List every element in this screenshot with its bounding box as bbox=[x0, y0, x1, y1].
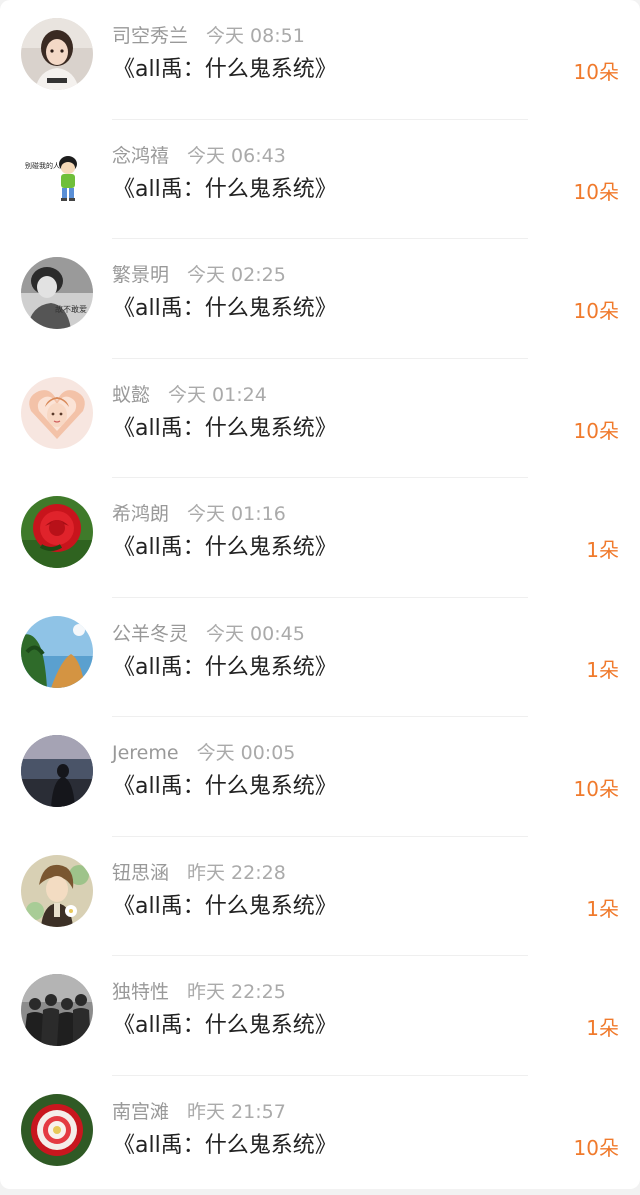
book-title[interactable]: 《all禹：什么鬼系统》 bbox=[113, 1131, 337, 1161]
username[interactable]: 希鸿朗 bbox=[112, 503, 169, 525]
timestamp: 今天 08:51 bbox=[206, 25, 305, 47]
username[interactable]: 繁景明 bbox=[112, 264, 169, 286]
meta-line: Jereme 今天 00:05 bbox=[112, 741, 295, 765]
timestamp: 昨天 22:25 bbox=[187, 981, 286, 1003]
list-item[interactable]: 司空秀兰今天 08:51 《all禹：什么鬼系统》 10朵 bbox=[0, 0, 640, 120]
meta-line: 公羊冬灵今天 00:45 bbox=[112, 622, 305, 646]
gift-count: 10朵 bbox=[574, 58, 619, 86]
child-photo-avatar[interactable] bbox=[21, 18, 93, 90]
svg-text:别碰我的人: 别碰我的人 bbox=[25, 161, 60, 170]
book-title[interactable]: 《all禹：什么鬼系统》 bbox=[113, 1011, 337, 1041]
gift-count: 1朵 bbox=[586, 536, 619, 564]
list-item[interactable]: 故不敢爱 繁景明今天 02:25 《all禹：什么鬼系统》 10朵 bbox=[0, 239, 640, 359]
list-item[interactable]: 南宫滩昨天 21:57 《all禹：什么鬼系统》 10朵 bbox=[0, 1076, 640, 1195]
book-title[interactable]: 《all禹：什么鬼系统》 bbox=[113, 414, 337, 444]
timestamp: 今天 00:45 bbox=[206, 623, 305, 645]
username[interactable]: 公羊冬灵 bbox=[112, 623, 188, 645]
gift-record-list: 司空秀兰今天 08:51 《all禹：什么鬼系统》 10朵 别碰我的人 念鸿禧今… bbox=[0, 0, 640, 1189]
red-white-flower-avatar[interactable] bbox=[21, 1094, 93, 1166]
timestamp: 昨天 22:28 bbox=[187, 862, 286, 884]
username[interactable]: Jereme bbox=[112, 742, 179, 764]
book-title[interactable]: 《all禹：什么鬼系统》 bbox=[113, 653, 337, 683]
username[interactable]: 司空秀兰 bbox=[112, 25, 188, 47]
cartoon-avatar[interactable]: 别碰我的人 bbox=[21, 138, 93, 210]
book-title[interactable]: 《all禹：什么鬼系统》 bbox=[113, 55, 337, 85]
meta-line: 司空秀兰今天 08:51 bbox=[112, 24, 305, 48]
gift-count: 10朵 bbox=[574, 775, 619, 803]
sea-silhouette-avatar[interactable] bbox=[21, 735, 93, 807]
username[interactable]: 独特性 bbox=[112, 981, 169, 1003]
list-item[interactable]: 独特性昨天 22:25 《all禹：什么鬼系统》 1朵 bbox=[0, 956, 640, 1076]
username[interactable]: 念鸿禧 bbox=[112, 145, 169, 167]
timestamp: 今天 01:24 bbox=[168, 384, 267, 406]
heart-hands-avatar[interactable] bbox=[21, 377, 93, 449]
book-title[interactable]: 《all禹：什么鬼系统》 bbox=[113, 772, 337, 802]
meta-line: 希鸿朗今天 01:16 bbox=[112, 502, 286, 526]
meta-line: 念鸿禧今天 06:43 bbox=[112, 144, 286, 168]
anime-avatar[interactable] bbox=[21, 855, 93, 927]
gift-count: 1朵 bbox=[586, 1014, 619, 1042]
timestamp: 昨天 21:57 bbox=[187, 1101, 286, 1123]
username[interactable]: 钮思涵 bbox=[112, 862, 169, 884]
landscape-avatar[interactable] bbox=[21, 616, 93, 688]
gift-count: 10朵 bbox=[574, 297, 619, 325]
gift-count: 10朵 bbox=[574, 417, 619, 445]
bw-portrait-avatar[interactable]: 故不敢爱 bbox=[21, 257, 93, 329]
timestamp: 今天 06:43 bbox=[187, 145, 286, 167]
meta-line: 繁景明今天 02:25 bbox=[112, 263, 286, 287]
meta-line: 蚁懿今天 01:24 bbox=[112, 383, 267, 407]
gift-count: 10朵 bbox=[574, 1134, 619, 1162]
gift-count: 1朵 bbox=[586, 656, 619, 684]
meta-line: 钮思涵昨天 22:28 bbox=[112, 861, 286, 885]
timestamp: 今天 00:05 bbox=[197, 742, 296, 764]
meta-line: 南宫滩昨天 21:57 bbox=[112, 1100, 286, 1124]
red-rose-avatar[interactable] bbox=[21, 496, 93, 568]
list-item[interactable]: 公羊冬灵今天 00:45 《all禹：什么鬼系统》 1朵 bbox=[0, 598, 640, 718]
timestamp: 今天 02:25 bbox=[187, 264, 286, 286]
group-photo-avatar[interactable] bbox=[21, 974, 93, 1046]
list-item[interactable]: 别碰我的人 念鸿禧今天 06:43 《all禹：什么鬼系统》 10朵 bbox=[0, 120, 640, 240]
username[interactable]: 蚁懿 bbox=[112, 384, 150, 406]
book-title[interactable]: 《all禹：什么鬼系统》 bbox=[113, 175, 337, 205]
username[interactable]: 南宫滩 bbox=[112, 1101, 169, 1123]
book-title[interactable]: 《all禹：什么鬼系统》 bbox=[113, 294, 337, 324]
list-item[interactable]: 钮思涵昨天 22:28 《all禹：什么鬼系统》 1朵 bbox=[0, 837, 640, 957]
gift-count: 10朵 bbox=[574, 178, 619, 206]
gift-count: 1朵 bbox=[586, 895, 619, 923]
list-item[interactable]: 蚁懿今天 01:24 《all禹：什么鬼系统》 10朵 bbox=[0, 359, 640, 479]
list-item[interactable]: Jereme 今天 00:05 《all禹：什么鬼系统》 10朵 bbox=[0, 717, 640, 837]
list-item[interactable]: 希鸿朗今天 01:16 《all禹：什么鬼系统》 1朵 bbox=[0, 478, 640, 598]
book-title[interactable]: 《all禹：什么鬼系统》 bbox=[113, 533, 337, 563]
timestamp: 今天 01:16 bbox=[187, 503, 286, 525]
svg-text:故不敢爱: 故不敢爱 bbox=[55, 304, 87, 314]
meta-line: 独特性昨天 22:25 bbox=[112, 980, 286, 1004]
book-title[interactable]: 《all禹：什么鬼系统》 bbox=[113, 892, 337, 922]
